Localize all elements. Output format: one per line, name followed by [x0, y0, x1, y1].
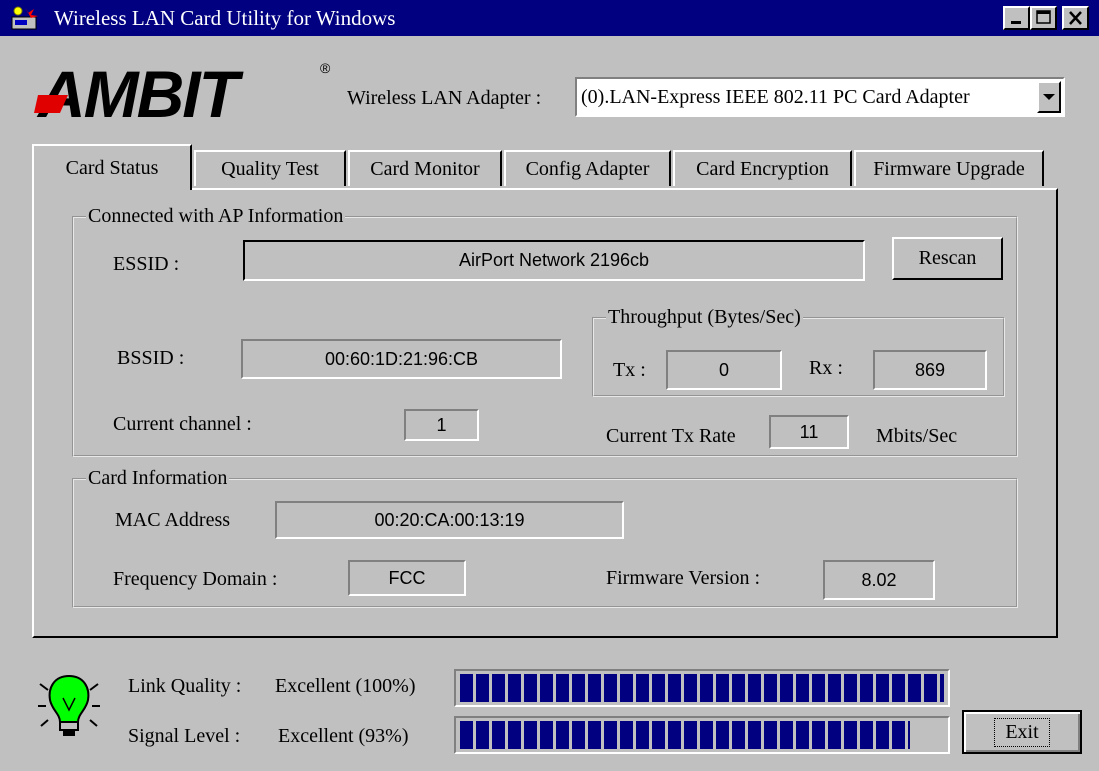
chevron-down-icon: [1043, 94, 1055, 100]
title-bar: Wireless LAN Card Utility for Windows: [0, 0, 1099, 36]
tab-firmware-upgrade[interactable]: Firmware Upgrade: [854, 150, 1044, 186]
card-info-title: Card Information: [86, 466, 230, 490]
signal-level-label: Signal Level :: [128, 725, 241, 747]
frequency-domain-value: FCC: [348, 560, 466, 596]
signal-level-value: Excellent (93%): [278, 725, 409, 747]
adapter-label: Wireless LAN Adapter :: [347, 87, 542, 109]
dropdown-button[interactable]: [1037, 81, 1061, 113]
tx-value: 0: [666, 350, 782, 390]
mac-label: MAC Address: [115, 509, 231, 531]
tx-rate-unit: Mbits/Sec: [876, 425, 958, 447]
channel-label: Current channel :: [113, 413, 252, 435]
essid-field: AirPort Network 2196cb: [243, 240, 865, 281]
ambit-logo: AMBIT ®: [30, 55, 340, 131]
signal-level-bar-fill: [460, 721, 911, 749]
ap-info-title: Connected with AP Information: [86, 204, 346, 228]
adapter-selected-value: (0).LAN-Express IEEE 802.11 PC Card Adap…: [581, 86, 970, 108]
throughput-title: Throughput (Bytes/Sec): [606, 305, 803, 329]
firmware-version-label: Firmware Version :: [606, 567, 761, 589]
tab-config-adapter[interactable]: Config Adapter: [504, 150, 671, 186]
rescan-button[interactable]: Rescan: [892, 237, 1003, 280]
link-quality-bar: [454, 669, 950, 707]
channel-value: 1: [404, 409, 479, 441]
tab-card-status[interactable]: Card Status: [32, 144, 192, 190]
firmware-version-value: 8.02: [823, 560, 935, 600]
exit-label: Exit: [994, 717, 1050, 747]
link-quality-label: Link Quality :: [128, 675, 242, 697]
app-icon[interactable]: [10, 5, 40, 31]
exit-button[interactable]: Exit: [962, 710, 1082, 754]
maximize-button[interactable]: [1030, 6, 1057, 30]
tab-quality-test[interactable]: Quality Test: [194, 150, 346, 186]
signal-level-bar: [454, 716, 950, 754]
minimize-button[interactable]: [1003, 6, 1030, 30]
link-quality-value: Excellent (100%): [275, 675, 416, 697]
window-title: Wireless LAN Card Utility for Windows: [54, 6, 396, 30]
tab-card-encryption[interactable]: Card Encryption: [673, 150, 852, 186]
svg-text:®: ®: [320, 60, 331, 76]
tx-rate-label: Current Tx Rate: [606, 425, 736, 447]
bssid-field: 00:60:1D:21:96:CB: [241, 339, 562, 379]
tab-card-monitor[interactable]: Card Monitor: [348, 150, 502, 186]
adapter-select[interactable]: (0).LAN-Express IEEE 802.11 PC Card Adap…: [575, 77, 1065, 117]
mac-value: 00:20:CA:00:13:19: [275, 501, 624, 539]
svg-text:AMBIT: AMBIT: [36, 57, 244, 125]
frequency-domain-label: Frequency Domain :: [113, 568, 278, 590]
close-button[interactable]: [1062, 6, 1089, 30]
rx-value: 869: [873, 350, 987, 390]
rx-label: Rx :: [809, 357, 843, 379]
link-quality-bar-fill: [460, 674, 944, 702]
tx-label: Tx :: [613, 359, 646, 381]
bssid-label: BSSID :: [117, 347, 185, 369]
lightbulb-icon: [38, 668, 100, 740]
tx-rate-value: 11: [769, 415, 849, 449]
essid-label: ESSID :: [113, 253, 180, 275]
